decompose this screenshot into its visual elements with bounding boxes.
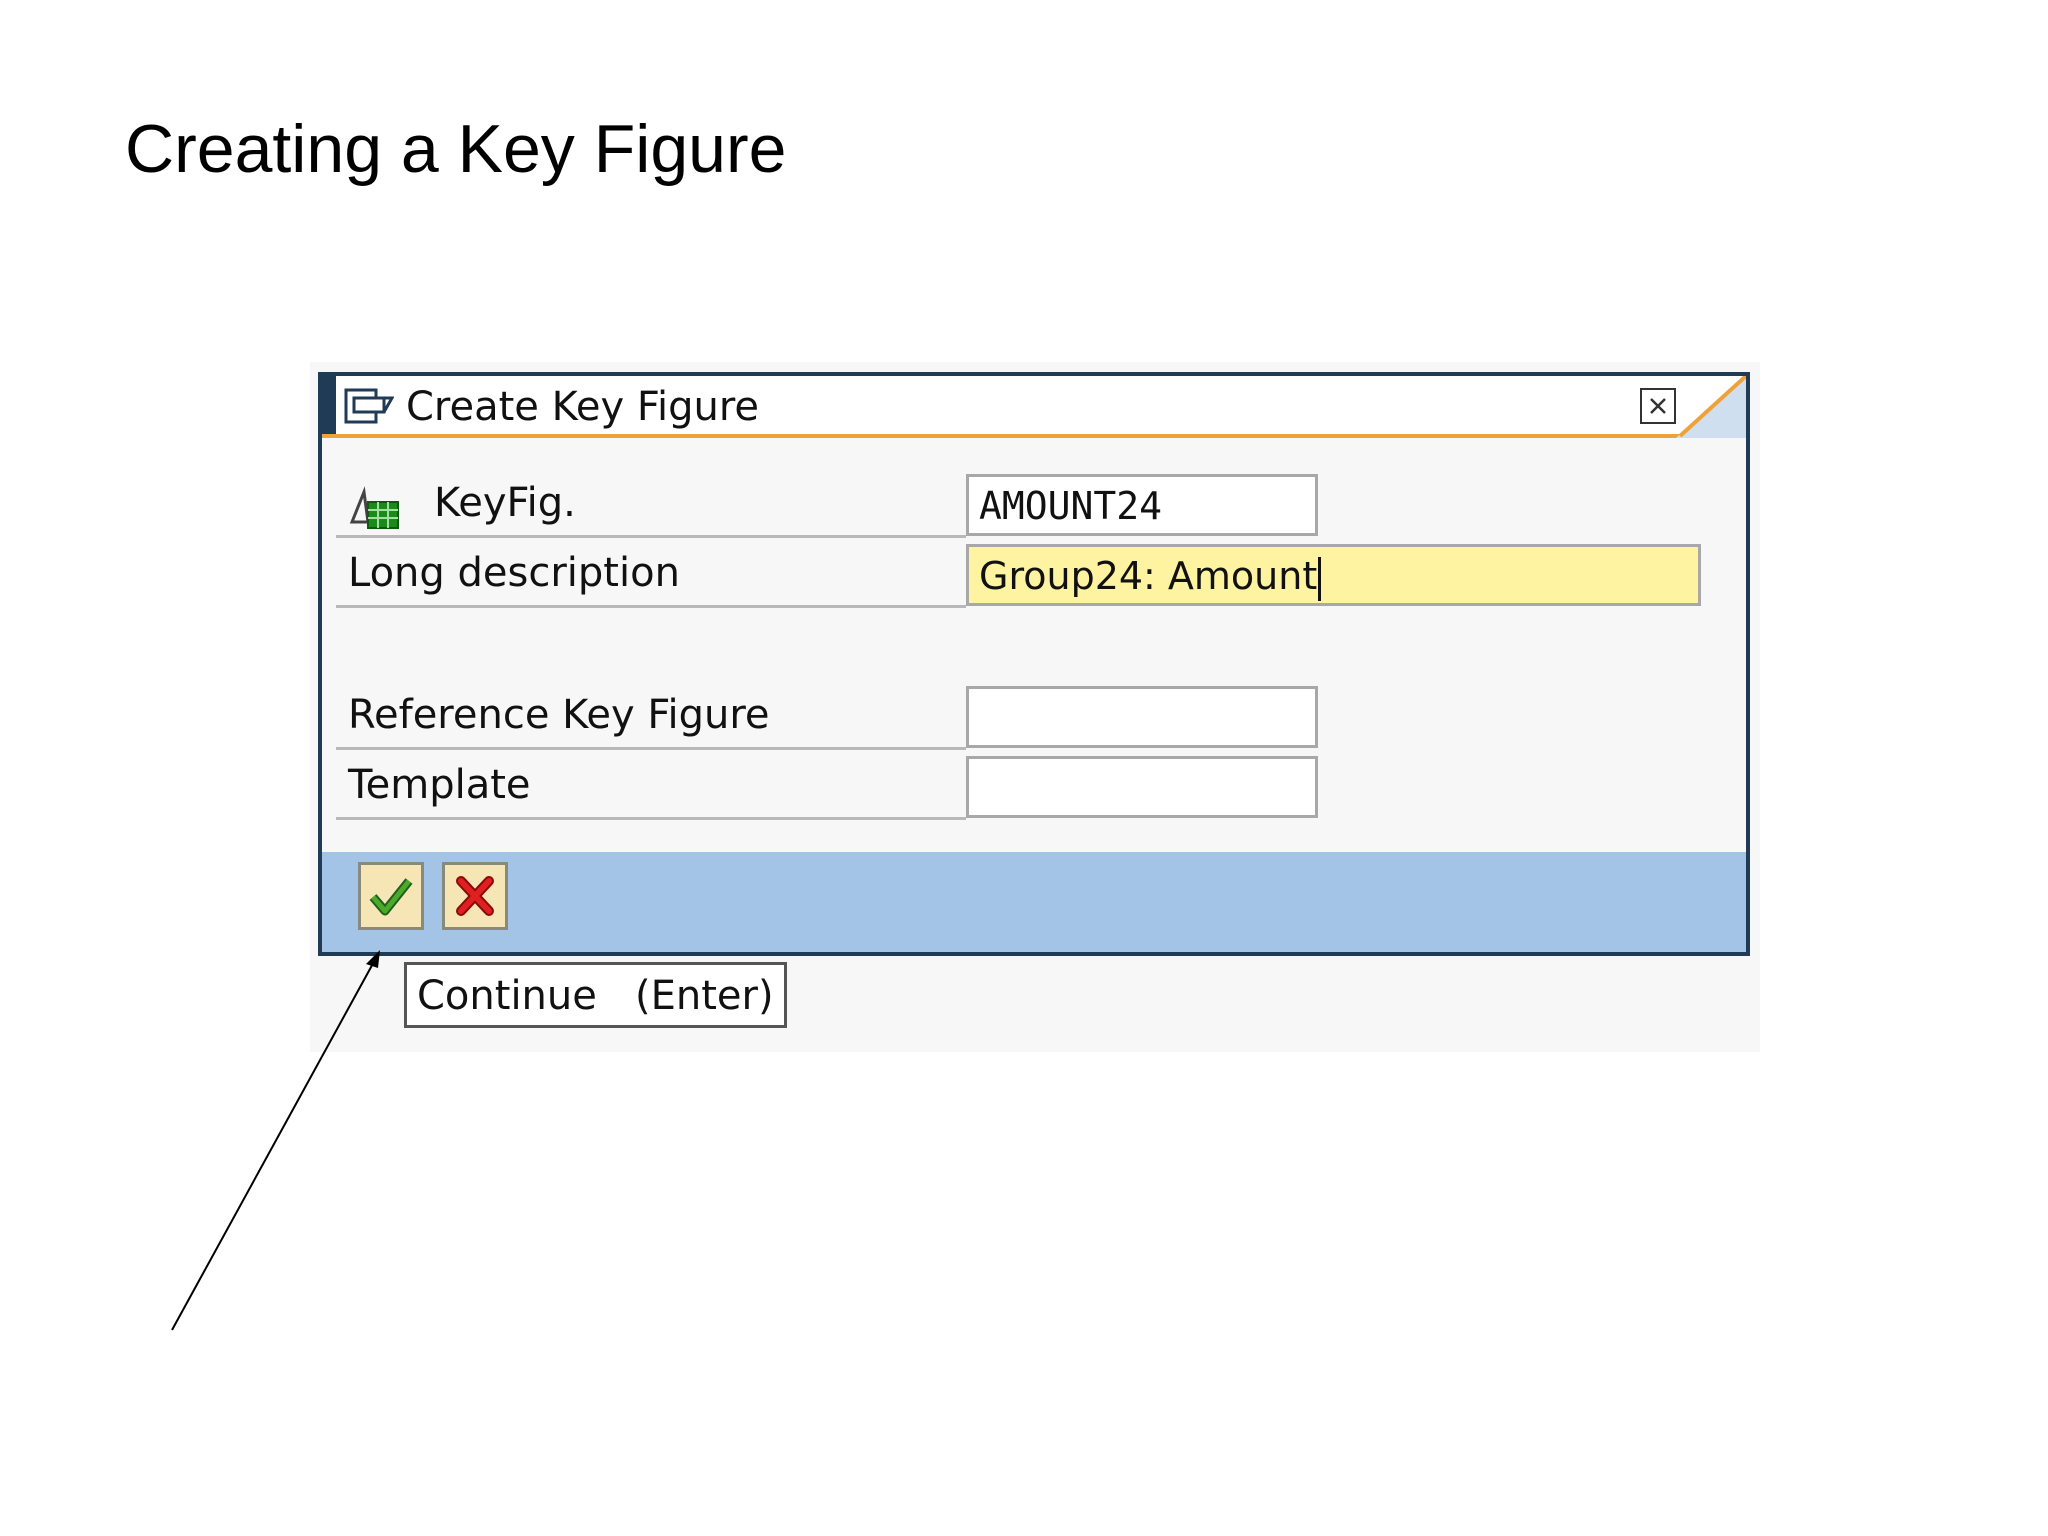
reference-key-figure-label: Reference Key Figure xyxy=(348,692,770,738)
text-caret xyxy=(1318,556,1322,601)
continue-tooltip: Continue (Enter) xyxy=(404,962,787,1028)
template-label: Template xyxy=(348,762,531,808)
continue-button[interactable] xyxy=(358,862,424,930)
close-icon xyxy=(1650,398,1666,414)
cancel-button[interactable] xyxy=(442,862,508,930)
keyfig-label: KeyFig. xyxy=(434,480,576,526)
long-description-label: Long description xyxy=(348,550,680,596)
checkmark-icon xyxy=(369,878,413,916)
long-description-input[interactable]: Group24: Amount xyxy=(966,544,1701,606)
dialog-titlebar[interactable]: Create Key Figure xyxy=(322,376,1746,438)
keyfig-input[interactable]: AMOUNT24 xyxy=(966,474,1318,536)
slide-title: Creating a Key Figure xyxy=(125,111,787,187)
dialog-toolbar xyxy=(322,852,1746,952)
template-row-divider xyxy=(336,817,966,820)
reference-key-figure-input[interactable] xyxy=(966,686,1318,748)
titlebar-corner-decoration xyxy=(1676,376,1746,438)
reference-key-figure-row: Reference Key Figure xyxy=(336,686,1732,750)
long-description-row: Long description Group24: Amount xyxy=(336,544,1732,608)
template-input[interactable] xyxy=(966,756,1318,818)
template-row: Template xyxy=(336,756,1732,820)
titlebar-accent xyxy=(322,376,336,434)
dialog-window-icon xyxy=(344,388,394,424)
key-figure-icon xyxy=(349,486,399,529)
reference-key-figure-row-divider xyxy=(336,747,966,750)
keyfig-row-divider xyxy=(336,535,966,538)
long-description-value: Group24: Amount xyxy=(979,554,1318,598)
keyfig-row: KeyFig. AMOUNT24 xyxy=(336,474,1732,538)
cancel-x-icon xyxy=(456,876,494,916)
dialog-title: Create Key Figure xyxy=(406,384,759,430)
close-button[interactable] xyxy=(1640,388,1676,424)
create-key-figure-dialog: Create Key Figure KeyFig. AMOUNT24 Long … xyxy=(318,372,1750,956)
long-description-row-divider xyxy=(336,605,966,608)
